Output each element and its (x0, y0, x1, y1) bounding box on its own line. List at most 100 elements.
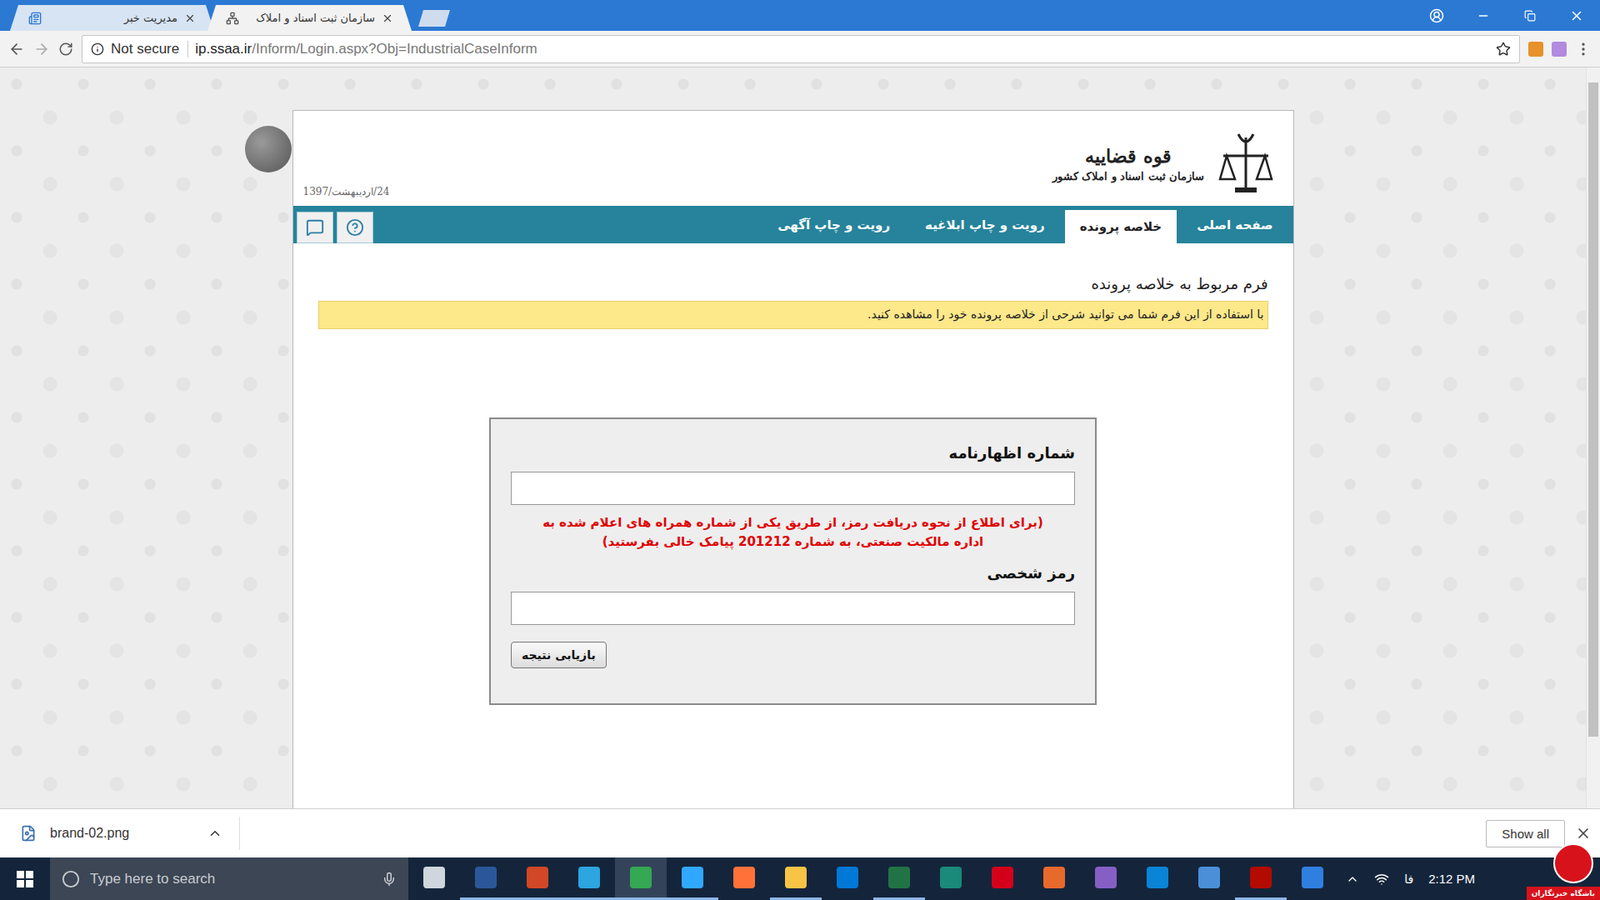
app-icon (785, 866, 807, 889)
taskbar: Type here to search فا 2:12 PM (0, 857, 1600, 900)
mic-icon[interactable] (381, 871, 397, 887)
restore-button[interactable] (1506, 0, 1554, 31)
clock[interactable]: 2:12 PM (1428, 871, 1475, 886)
forward-icon[interactable] (33, 40, 50, 58)
chevron-icon[interactable] (207, 825, 223, 841)
taskbar-app[interactable] (460, 857, 512, 900)
app-icon (423, 866, 445, 889)
org-name: قوه قضاییه (1085, 145, 1172, 167)
taskbar-app[interactable] (976, 857, 1029, 900)
minimize-icon (1476, 9, 1490, 23)
app-icon (888, 866, 910, 889)
scroll-thumb[interactable] (1588, 82, 1599, 737)
show-all-button[interactable]: Show all (1485, 820, 1565, 848)
language[interactable]: فا (1404, 872, 1414, 886)
page-background: قوه قضاییهسازمان ثبت اسناد و املاک کشور2… (0, 67, 1586, 809)
close-button[interactable] (1553, 0, 1600, 31)
taskbar-app[interactable] (408, 857, 460, 900)
minimize-button[interactable] (1460, 0, 1507, 31)
downloads-bar: brand-02.png Show all (0, 808, 1600, 858)
taskbar-app[interactable] (718, 857, 770, 900)
address-bar[interactable]: Not secure ip.ssaa.ir/Inform/Login.aspx?O… (81, 35, 1520, 64)
seal-icon (245, 125, 292, 173)
new-tab-button[interactable] (418, 10, 450, 27)
close-icon[interactable] (1575, 825, 1592, 842)
close-icon[interactable] (381, 12, 394, 25)
taskbar-app[interactable] (821, 857, 874, 900)
file-icon (20, 825, 37, 842)
app-icon (1198, 866, 1220, 889)
tray-chevron-icon[interactable] (1345, 872, 1360, 886)
taskbar-app[interactable] (1183, 857, 1235, 900)
star-icon[interactable] (1495, 41, 1511, 57)
nav-tab[interactable]: رویت و چاپ آگهی (762, 208, 905, 242)
taskbar-app[interactable] (873, 857, 925, 900)
search-placeholder: Type here to search (90, 870, 372, 888)
back-icon[interactable] (8, 40, 25, 58)
taskbar-app[interactable] (511, 857, 564, 900)
app-icon (1250, 866, 1272, 889)
page: قوه قضاییهسازمان ثبت اسناد و املاک کشور2… (0, 67, 1600, 809)
text-input[interactable] (510, 591, 1075, 625)
app-icon (526, 866, 549, 889)
field-label: رمز شخصی (510, 564, 1075, 582)
watermark-logo-icon (1553, 843, 1594, 884)
help-button[interactable] (336, 211, 374, 244)
close-icon (1569, 8, 1585, 24)
logo[interactable]: قوه قضاییهسازمان ثبت اسناد و املاک کشور (1052, 130, 1275, 196)
browser-tab[interactable]: مدیریت خبر (10, 5, 215, 31)
app-icon (630, 866, 652, 889)
login-box: شماره اظهارنامه(برای اطلاع از نحوه دریاف… (489, 417, 1097, 705)
start-button[interactable] (0, 857, 50, 900)
wifi-icon[interactable] (1374, 871, 1390, 887)
window-controls (1413, 0, 1600, 31)
taskbar-app[interactable] (563, 857, 615, 900)
menu-icon[interactable] (1575, 40, 1592, 58)
taskbar-app[interactable] (1131, 857, 1184, 900)
reload-icon[interactable] (58, 41, 74, 57)
tab-label: مدیریت خبر (48, 11, 178, 25)
watermark-text: باشگاه خبرنگاران (1526, 886, 1600, 900)
app-icon (1043, 866, 1065, 889)
app-icon (1301, 866, 1324, 889)
chat-button[interactable] (296, 211, 334, 244)
network-icon (225, 11, 240, 25)
app-icon (836, 866, 859, 889)
taskbar-app[interactable] (1080, 857, 1132, 900)
app-icon (681, 866, 704, 889)
submit-button[interactable]: بازیابی نتیجه (510, 641, 607, 669)
nav-tab[interactable]: رویت و چاپ ابلاغیه (910, 208, 1060, 242)
taskbar-app[interactable] (1235, 857, 1287, 900)
nav-tab[interactable]: خلاصه پرونده (1065, 210, 1177, 244)
scrollbar[interactable] (1585, 67, 1600, 809)
close-icon[interactable] (184, 12, 196, 25)
extension-icon[interactable] (1551, 41, 1567, 57)
site-panel: قوه قضاییهسازمان ثبت اسناد و املاک کشور2… (292, 110, 1295, 809)
tab-strip: مدیریت خبر سازمان ثبت اسناد و املاک (0, 0, 1600, 31)
profile-icon (1429, 8, 1445, 24)
app-icon (475, 866, 497, 889)
taskbar-app[interactable] (666, 857, 719, 900)
url: ip.ssaa.ir/Inform/Login.aspx?Obj=Industr… (195, 40, 538, 58)
text-input[interactable] (510, 471, 1075, 505)
taskbar-app[interactable] (770, 857, 822, 900)
app-icon (733, 866, 755, 889)
chat-icon (305, 218, 325, 237)
search-icon (61, 870, 80, 889)
restore-icon (1524, 10, 1536, 22)
search-box[interactable]: Type here to search (50, 857, 409, 900)
desktop: مدیریت خبر سازمان ثبت اسناد و املاک Not se… (0, 0, 1600, 900)
news-icon (28, 11, 42, 25)
watermark: باشگاه خبرنگاران (1475, 853, 1600, 900)
taskbar-app[interactable] (1028, 857, 1080, 900)
extension-icon[interactable] (1528, 41, 1544, 57)
taskbar-app[interactable] (1286, 857, 1339, 900)
browser-tab[interactable]: سازمان ثبت اسناد و املاک (207, 5, 412, 31)
taskbar-app[interactable] (925, 857, 977, 900)
nav-bar: صفحه اصلیخلاصه پروندهرویت و چاپ ابلاغیهر… (293, 205, 1294, 244)
nav-tab[interactable]: صفحه اصلی (1181, 208, 1288, 242)
taskbar-app[interactable] (615, 857, 667, 900)
download-item[interactable]: brand-02.png (20, 816, 240, 850)
profile-button[interactable] (1413, 0, 1460, 31)
security-label: Not secure (110, 40, 189, 58)
